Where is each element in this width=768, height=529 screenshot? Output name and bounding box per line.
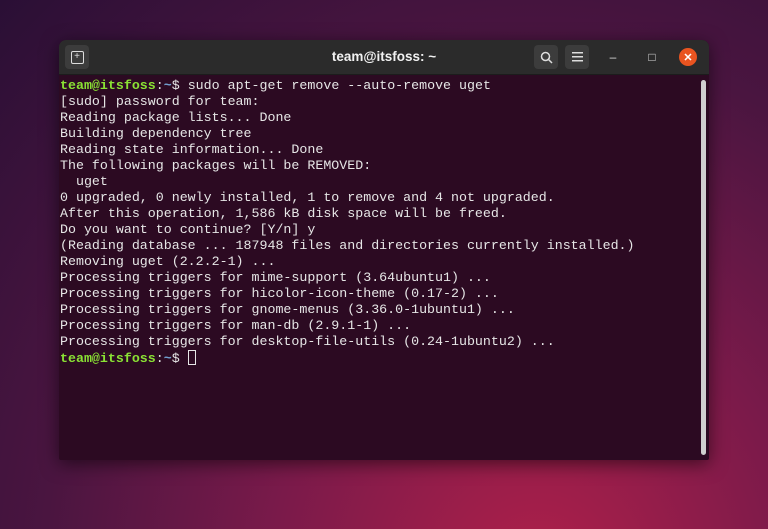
search-button[interactable] <box>534 45 558 69</box>
terminal-output[interactable]: team@itsfoss:~$ sudo apt-get remove --au… <box>60 78 697 367</box>
output-line: Removing uget (2.2.2-1) ... <box>60 254 276 269</box>
output-line: [sudo] password for team: <box>60 94 260 109</box>
current-prompt-line[interactable]: team@itsfoss:~$ <box>60 350 697 367</box>
prompt-separator: : <box>155 78 164 93</box>
output-line: Processing triggers for desktop-file-uti… <box>60 334 555 349</box>
output-line: Reading state information... Done <box>60 142 324 157</box>
scrollbar[interactable] <box>701 80 706 455</box>
output-line: uget <box>60 174 108 189</box>
output-line: (Reading database ... 187948 files and d… <box>60 238 635 253</box>
command-line: team@itsfoss:~$ sudo apt-get remove --au… <box>60 78 697 94</box>
prompt-path: ~ <box>163 78 172 93</box>
menu-button[interactable] <box>565 45 589 69</box>
search-icon <box>540 51 553 64</box>
output-line: After this operation, 1,586 kB disk spac… <box>60 206 507 221</box>
prompt-symbol: $ <box>171 351 188 366</box>
prompt-user: team@itsfoss <box>60 78 156 93</box>
output-lines: [sudo] password for team: Reading package… <box>60 94 697 350</box>
prompt-separator: : <box>155 351 164 366</box>
output-line: Building dependency tree <box>60 126 252 141</box>
output-line: The following packages will be REMOVED: <box>60 158 372 173</box>
output-line: 0 upgraded, 0 newly installed, 1 to remo… <box>60 190 555 205</box>
close-button[interactable]: ✕ <box>679 48 697 66</box>
header-bar: + team@itsfoss: ~ – □ ✕ <box>59 40 709 75</box>
output-line: Do you want to continue? [Y/n] y <box>60 222 316 237</box>
hamburger-menu-icon <box>571 52 583 62</box>
minimize-button[interactable]: – <box>604 48 622 66</box>
output-line: Processing triggers for gnome-menus (3.3… <box>60 302 515 317</box>
command-text: sudo apt-get remove --auto-remove uget <box>187 78 491 93</box>
prompt-symbol: $ <box>171 78 188 93</box>
text-cursor <box>187 350 196 365</box>
prompt-user: team@itsfoss <box>60 351 156 366</box>
maximize-button[interactable]: □ <box>643 48 661 66</box>
prompt-path: ~ <box>163 351 172 366</box>
output-line: Processing triggers for man-db (2.9.1-1)… <box>60 318 412 333</box>
output-line: Reading package lists... Done <box>60 110 292 125</box>
output-line: Processing triggers for mime-support (3.… <box>60 270 491 285</box>
terminal-window: + team@itsfoss: ~ – □ ✕ team@itsfoss:~$ … <box>59 40 709 460</box>
output-line: Processing triggers for hicolor-icon-the… <box>60 286 499 301</box>
